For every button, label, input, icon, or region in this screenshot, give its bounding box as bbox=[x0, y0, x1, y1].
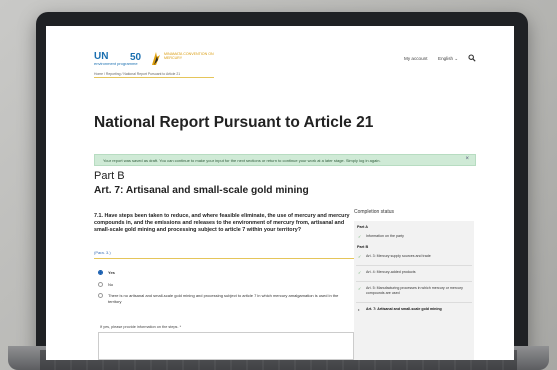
radio-unchecked-icon[interactable] bbox=[98, 292, 103, 298]
check-icon: ✓ bbox=[358, 254, 362, 259]
search-icon[interactable] bbox=[468, 54, 476, 62]
completion-panel: Part A ✓ Information on the party Part B… bbox=[354, 221, 474, 360]
radio-unchecked-icon[interactable] bbox=[98, 281, 103, 287]
minamata-logo-text: MINAMATA CONVENTION ON MERCURY bbox=[164, 52, 214, 61]
bullet-icon: • bbox=[358, 307, 360, 312]
divider bbox=[356, 265, 472, 266]
completion-item[interactable]: ✓ Information on the party bbox=[358, 234, 474, 240]
completion-item-label: Art. 4: Mercury-added products bbox=[366, 270, 416, 274]
language-selector[interactable]: English ⌄ bbox=[438, 56, 458, 62]
completion-part-a: Part A bbox=[357, 225, 369, 229]
check-icon: ✓ bbox=[358, 234, 362, 239]
breadcrumb-underline bbox=[94, 77, 214, 78]
save-alert: Your report was saved as draft. You can … bbox=[94, 154, 476, 166]
completion-item[interactable]: ✓ Art. 5: Manufacturing processes in whi… bbox=[358, 286, 474, 296]
completion-item-label: Art. 3: Mercury supply sources and trade bbox=[366, 254, 431, 258]
breadcrumb[interactable]: Home / Reporting / National Report Pursu… bbox=[94, 72, 180, 76]
radio-option-none[interactable]: There is no artisanal and small-scale go… bbox=[98, 292, 340, 305]
minamata-flame-icon bbox=[152, 52, 160, 65]
completion-item-label: Art. 7: Artisanal and small-scale gold m… bbox=[366, 307, 442, 311]
completion-item-current[interactable]: • Art. 7: Artisanal and small-scale gold… bbox=[358, 307, 474, 313]
completion-item[interactable]: ✓ Art. 4: Mercury-added products bbox=[358, 270, 474, 276]
completion-part-b: Part B bbox=[357, 245, 369, 249]
radio-label: There is no artisanal and small-scale go… bbox=[108, 293, 339, 304]
steps-textarea[interactable] bbox=[98, 332, 354, 360]
browser-screen: UN environment programme 50 MINAMATA CON… bbox=[46, 26, 514, 360]
part-heading: Part B bbox=[94, 170, 125, 182]
site-header: UN environment programme 50 MINAMATA CON… bbox=[46, 26, 514, 78]
close-icon[interactable]: × bbox=[465, 156, 469, 162]
steps-field-label: If yes, please provide information on th… bbox=[100, 325, 182, 329]
completion-item-label: Art. 5: Manufacturing processes in which… bbox=[366, 286, 463, 296]
radio-label: No bbox=[108, 282, 114, 287]
completion-title: Completion status bbox=[354, 209, 395, 215]
completion-item-label: Information on the party bbox=[366, 234, 404, 238]
fifty-anniversary-logo: 50 bbox=[130, 52, 142, 63]
check-icon: ✓ bbox=[358, 270, 362, 275]
page-title: National Report Pursuant to Article 21 bbox=[94, 114, 374, 131]
alert-message: Your report was saved as draft. You can … bbox=[103, 158, 381, 163]
question-text: 7.1. Have steps been taken to reduce, an… bbox=[94, 213, 350, 233]
question-divider bbox=[94, 258, 354, 259]
radio-checked-icon[interactable] bbox=[98, 269, 103, 275]
radio-option-yes[interactable]: Yes bbox=[98, 269, 340, 276]
question-reference: (Para. 3.) bbox=[94, 250, 111, 255]
radio-option-no[interactable]: No bbox=[98, 281, 340, 288]
my-account-link[interactable]: My account bbox=[404, 56, 428, 61]
check-icon: ✓ bbox=[358, 286, 362, 291]
divider bbox=[356, 302, 472, 303]
section-heading: Art. 7: Artisanal and small-scale gold m… bbox=[94, 185, 309, 196]
divider bbox=[356, 281, 472, 282]
completion-item[interactable]: ✓ Art. 3: Mercury supply sources and tra… bbox=[358, 254, 474, 260]
radio-label: Yes bbox=[108, 270, 115, 275]
